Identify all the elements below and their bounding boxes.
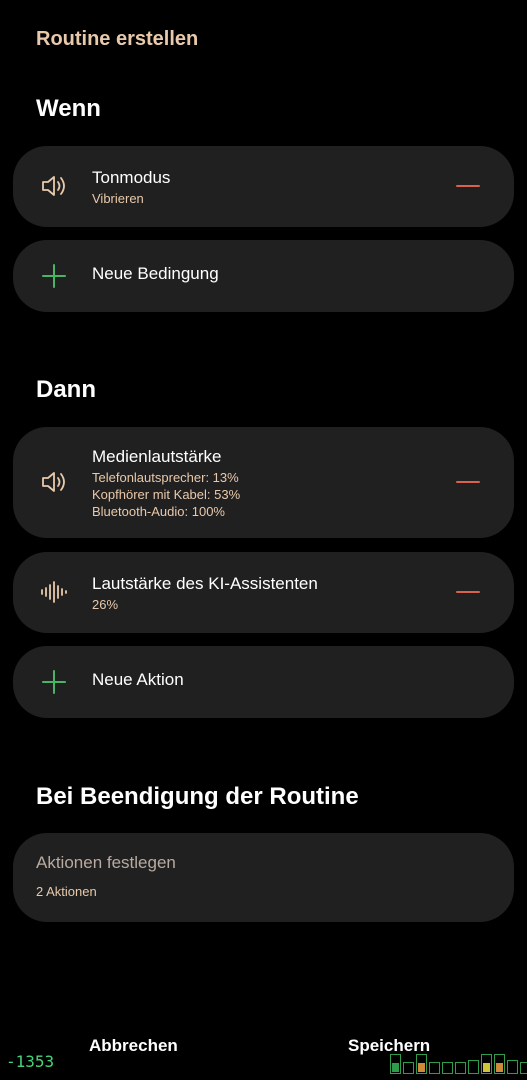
debug-counter: -1353 <box>6 1052 55 1071</box>
debug-meter-cell <box>455 1062 466 1074</box>
debug-meter <box>390 1054 527 1074</box>
debug-meter-cell <box>403 1062 414 1074</box>
set-end-actions-card[interactable]: Aktionen festlegen 2 Aktionen <box>13 833 514 922</box>
add-action-label: Neue Aktion <box>92 670 184 689</box>
page-title: Routine erstellen <box>36 28 199 50</box>
action-value-line: Kopfhörer mit Kabel: 53% <box>92 487 241 502</box>
speaker-icon <box>39 171 69 201</box>
debug-meter-cell <box>520 1062 527 1074</box>
debug-meter-cell <box>481 1054 492 1074</box>
action-label: Medienlautstärke <box>92 447 222 466</box>
remove-action-button[interactable] <box>456 470 480 494</box>
minus-icon <box>456 481 480 483</box>
waveform-icon <box>39 577 69 607</box>
debug-meter-cell <box>507 1060 518 1074</box>
remove-condition-button[interactable] <box>456 174 480 198</box>
speaker-icon <box>39 467 69 497</box>
minus-icon <box>456 185 480 187</box>
action-value-line: Telefonlautsprecher: 13% <box>92 470 239 485</box>
if-section-heading: Wenn <box>36 95 101 122</box>
condition-card-sound-mode[interactable]: Tonmodus Vibrieren <box>13 146 514 227</box>
add-action-button[interactable]: Neue Aktion <box>13 646 514 718</box>
debug-meter-cell <box>429 1062 440 1074</box>
condition-value: Vibrieren <box>92 191 144 206</box>
add-condition-label: Neue Bedingung <box>92 264 219 283</box>
debug-meter-cell <box>468 1060 479 1074</box>
action-card-media-volume[interactable]: Medienlautstärke Telefonlautsprecher: 13… <box>13 427 514 538</box>
set-end-actions-label: Aktionen festlegen <box>36 853 176 872</box>
debug-meter-cell <box>442 1062 453 1074</box>
end-section-heading: Bei Beendigung der Routine <box>36 783 359 810</box>
debug-meter-cell <box>494 1054 505 1074</box>
add-condition-button[interactable]: Neue Bedingung <box>13 240 514 312</box>
plus-icon <box>39 667 69 697</box>
save-button[interactable]: Speichern <box>348 1036 430 1056</box>
condition-label: Tonmodus <box>92 168 171 187</box>
debug-meter-cell <box>390 1054 401 1074</box>
action-value: 26% <box>92 597 119 612</box>
minus-icon <box>456 591 480 593</box>
plus-icon <box>39 261 69 291</box>
action-label: Lautstärke des KI-Assistenten <box>92 574 318 593</box>
action-value-line: Bluetooth-Audio: 100% <box>92 504 225 519</box>
action-card-assistant-volume[interactable]: Lautstärke des KI-Assistenten 26% <box>13 552 514 633</box>
end-actions-count: 2 Aktionen <box>36 884 97 899</box>
remove-action-button[interactable] <box>456 580 480 604</box>
cancel-button[interactable]: Abbrechen <box>89 1036 178 1056</box>
then-section-heading: Dann <box>36 376 96 403</box>
debug-meter-cell <box>416 1054 427 1074</box>
